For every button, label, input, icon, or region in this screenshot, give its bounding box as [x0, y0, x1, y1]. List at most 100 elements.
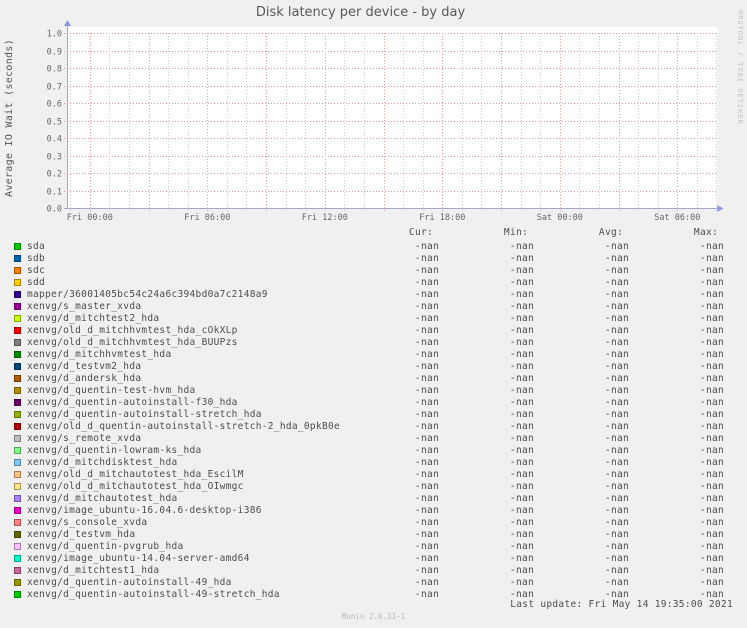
series-min-value: -nan	[509, 564, 534, 576]
legend-row: xenvg/d_quentin-lowram-ks_hda -nan -nan …	[0, 444, 747, 456]
series-label: xenvg/old_d_quentin-autoinstall-stretch-…	[27, 420, 341, 432]
y-axis-tick-label: 0.5	[47, 118, 62, 128]
legend-col-min: Min:	[503, 227, 528, 238]
series-avg-value: -nan	[604, 312, 629, 324]
legend-row: sdc -nan -nan -nan -nan	[0, 264, 747, 276]
series-avg-value: -nan	[604, 372, 629, 384]
legend-row: sdd -nan -nan -nan -nan	[0, 276, 747, 288]
legend-row: xenvg/d_quentin-autoinstall-stretch_hda …	[0, 408, 747, 420]
series-color-swatch	[14, 362, 21, 370]
series-min-value: -nan	[509, 552, 534, 564]
series-avg-value: -nan	[604, 264, 629, 276]
x-axis-tick-label: Fri 00:00	[67, 213, 113, 223]
series-avg-value: -nan	[604, 480, 629, 492]
legend-row: xenvg/old_d_mitchhvmtest_hda_cOkXLp -nan…	[0, 324, 747, 336]
series-color-swatch	[14, 590, 21, 598]
series-min-value: -nan	[509, 252, 534, 264]
series-color-swatch	[14, 386, 21, 394]
series-avg-value: -nan	[604, 240, 629, 252]
series-cur-value: -nan	[414, 576, 439, 588]
legend-row: xenvg/d_mitchtest1_hda -nan -nan -nan -n…	[0, 564, 747, 576]
series-color-swatch	[14, 446, 21, 454]
series-min-value: -nan	[509, 348, 534, 360]
series-label: xenvg/d_mitchdisktest_hda	[27, 456, 178, 468]
series-max-value: -nan	[699, 468, 724, 480]
series-color-swatch	[14, 314, 21, 322]
series-max-value: -nan	[699, 240, 724, 252]
y-axis-tick-label: 1.0	[47, 30, 62, 40]
legend-row: xenvg/d_testvm_hda -nan -nan -nan -nan	[0, 528, 747, 540]
series-avg-value: -nan	[604, 516, 629, 528]
series-min-value: -nan	[509, 240, 534, 252]
series-color-swatch	[14, 470, 21, 478]
series-label: sdb	[27, 252, 46, 264]
series-cur-value: -nan	[414, 384, 439, 396]
series-max-value: -nan	[699, 252, 724, 264]
legend-row: xenvg/old_d_mitchautotest_hda_EscilM -na…	[0, 468, 747, 480]
legend-row: xenvg/d_quentin-test-hvm_hda -nan -nan -…	[0, 384, 747, 396]
series-max-value: -nan	[699, 432, 724, 444]
series-label: xenvg/d_quentin-autoinstall-49-stretch_h…	[27, 588, 280, 600]
series-min-value: -nan	[509, 336, 534, 348]
series-min-value: -nan	[509, 432, 534, 444]
series-label: sdd	[27, 276, 46, 288]
x-axis-arrow	[717, 205, 724, 212]
legend-row: xenvg/d_andersk_hda -nan -nan -nan -nan	[0, 372, 747, 384]
series-cur-value: -nan	[414, 540, 439, 552]
legend-header-row: Cur: Min: Avg: Max:	[0, 227, 747, 240]
series-cur-value: -nan	[414, 300, 439, 312]
series-cur-value: -nan	[414, 492, 439, 504]
series-label: xenvg/old_d_mitchautotest_hda_OIwmgc	[27, 480, 244, 492]
series-label: xenvg/d_mitchhvmtest_hda	[27, 348, 172, 360]
series-color-swatch	[14, 278, 21, 286]
series-avg-value: -nan	[604, 360, 629, 372]
chart-plot-area: 1.0 0.9 0.8 0.7 0.6 0.5 0.4 0.3 0.2 0.1 0.0 Fri 00:…	[47, 20, 724, 223]
series-label: xenvg/old_d_mitchautotest_hda_EscilM	[27, 468, 244, 480]
legend-row: xenvg/s_remote_xvda -nan -nan -nan -nan	[0, 432, 747, 444]
series-label: xenvg/old_d_mitchhvmtest_hda_BUUPzs	[27, 336, 238, 348]
y-axis-tick-label: 0.4	[47, 135, 62, 145]
series-color-swatch	[14, 338, 21, 346]
series-min-value: -nan	[509, 492, 534, 504]
series-label: xenvg/d_quentin-autoinstall-49_hda	[27, 576, 232, 588]
series-color-swatch	[14, 530, 21, 538]
series-max-value: -nan	[699, 444, 724, 456]
series-label: sda	[27, 240, 46, 252]
series-max-value: -nan	[699, 288, 724, 300]
series-color-swatch	[14, 422, 21, 430]
series-label: xenvg/image_ubuntu-14.04-server-amd64	[27, 552, 250, 564]
series-min-value: -nan	[509, 288, 534, 300]
series-color-swatch	[14, 290, 21, 298]
y-axis-tick-label: 0.2	[47, 170, 62, 180]
series-min-value: -nan	[509, 540, 534, 552]
series-max-value: -nan	[699, 276, 724, 288]
series-color-swatch	[14, 518, 21, 526]
series-label: xenvg/d_quentin-autoinstall-f30_hda	[27, 396, 238, 408]
series-avg-value: -nan	[604, 492, 629, 504]
series-min-value: -nan	[509, 420, 534, 432]
series-max-value: -nan	[699, 336, 724, 348]
legend-row: xenvg/d_testvm2_hda -nan -nan -nan -nan	[0, 360, 747, 372]
series-cur-value: -nan	[414, 420, 439, 432]
series-max-value: -nan	[699, 504, 724, 516]
series-avg-value: -nan	[604, 456, 629, 468]
series-max-value: -nan	[699, 360, 724, 372]
series-color-swatch	[14, 494, 21, 502]
series-color-swatch	[14, 326, 21, 334]
legend-row: xenvg/d_mitchhvmtest_hda -nan -nan -nan …	[0, 348, 747, 360]
y-axis-tick-label: 0.7	[47, 83, 62, 93]
series-cur-value: -nan	[414, 312, 439, 324]
series-color-swatch	[14, 554, 21, 562]
series-label: xenvg/d_quentin-pvgrub_hda	[27, 540, 184, 552]
legend-row: xenvg/old_d_mitchhvmtest_hda_BUUPzs -nan…	[0, 336, 747, 348]
series-label: xenvg/image_ubuntu-16.04.6-desktop-i386	[27, 504, 262, 516]
series-avg-value: -nan	[604, 444, 629, 456]
series-cur-value: -nan	[414, 324, 439, 336]
legend-row: xenvg/d_quentin-pvgrub_hda -nan -nan -na…	[0, 540, 747, 552]
legend-row: xenvg/image_ubuntu-14.04-server-amd64 -n…	[0, 552, 747, 564]
series-min-value: -nan	[509, 312, 534, 324]
series-min-value: -nan	[509, 372, 534, 384]
series-max-value: -nan	[699, 480, 724, 492]
legend-row: xenvg/old_d_mitchautotest_hda_OIwmgc -na…	[0, 480, 747, 492]
series-max-value: -nan	[699, 408, 724, 420]
